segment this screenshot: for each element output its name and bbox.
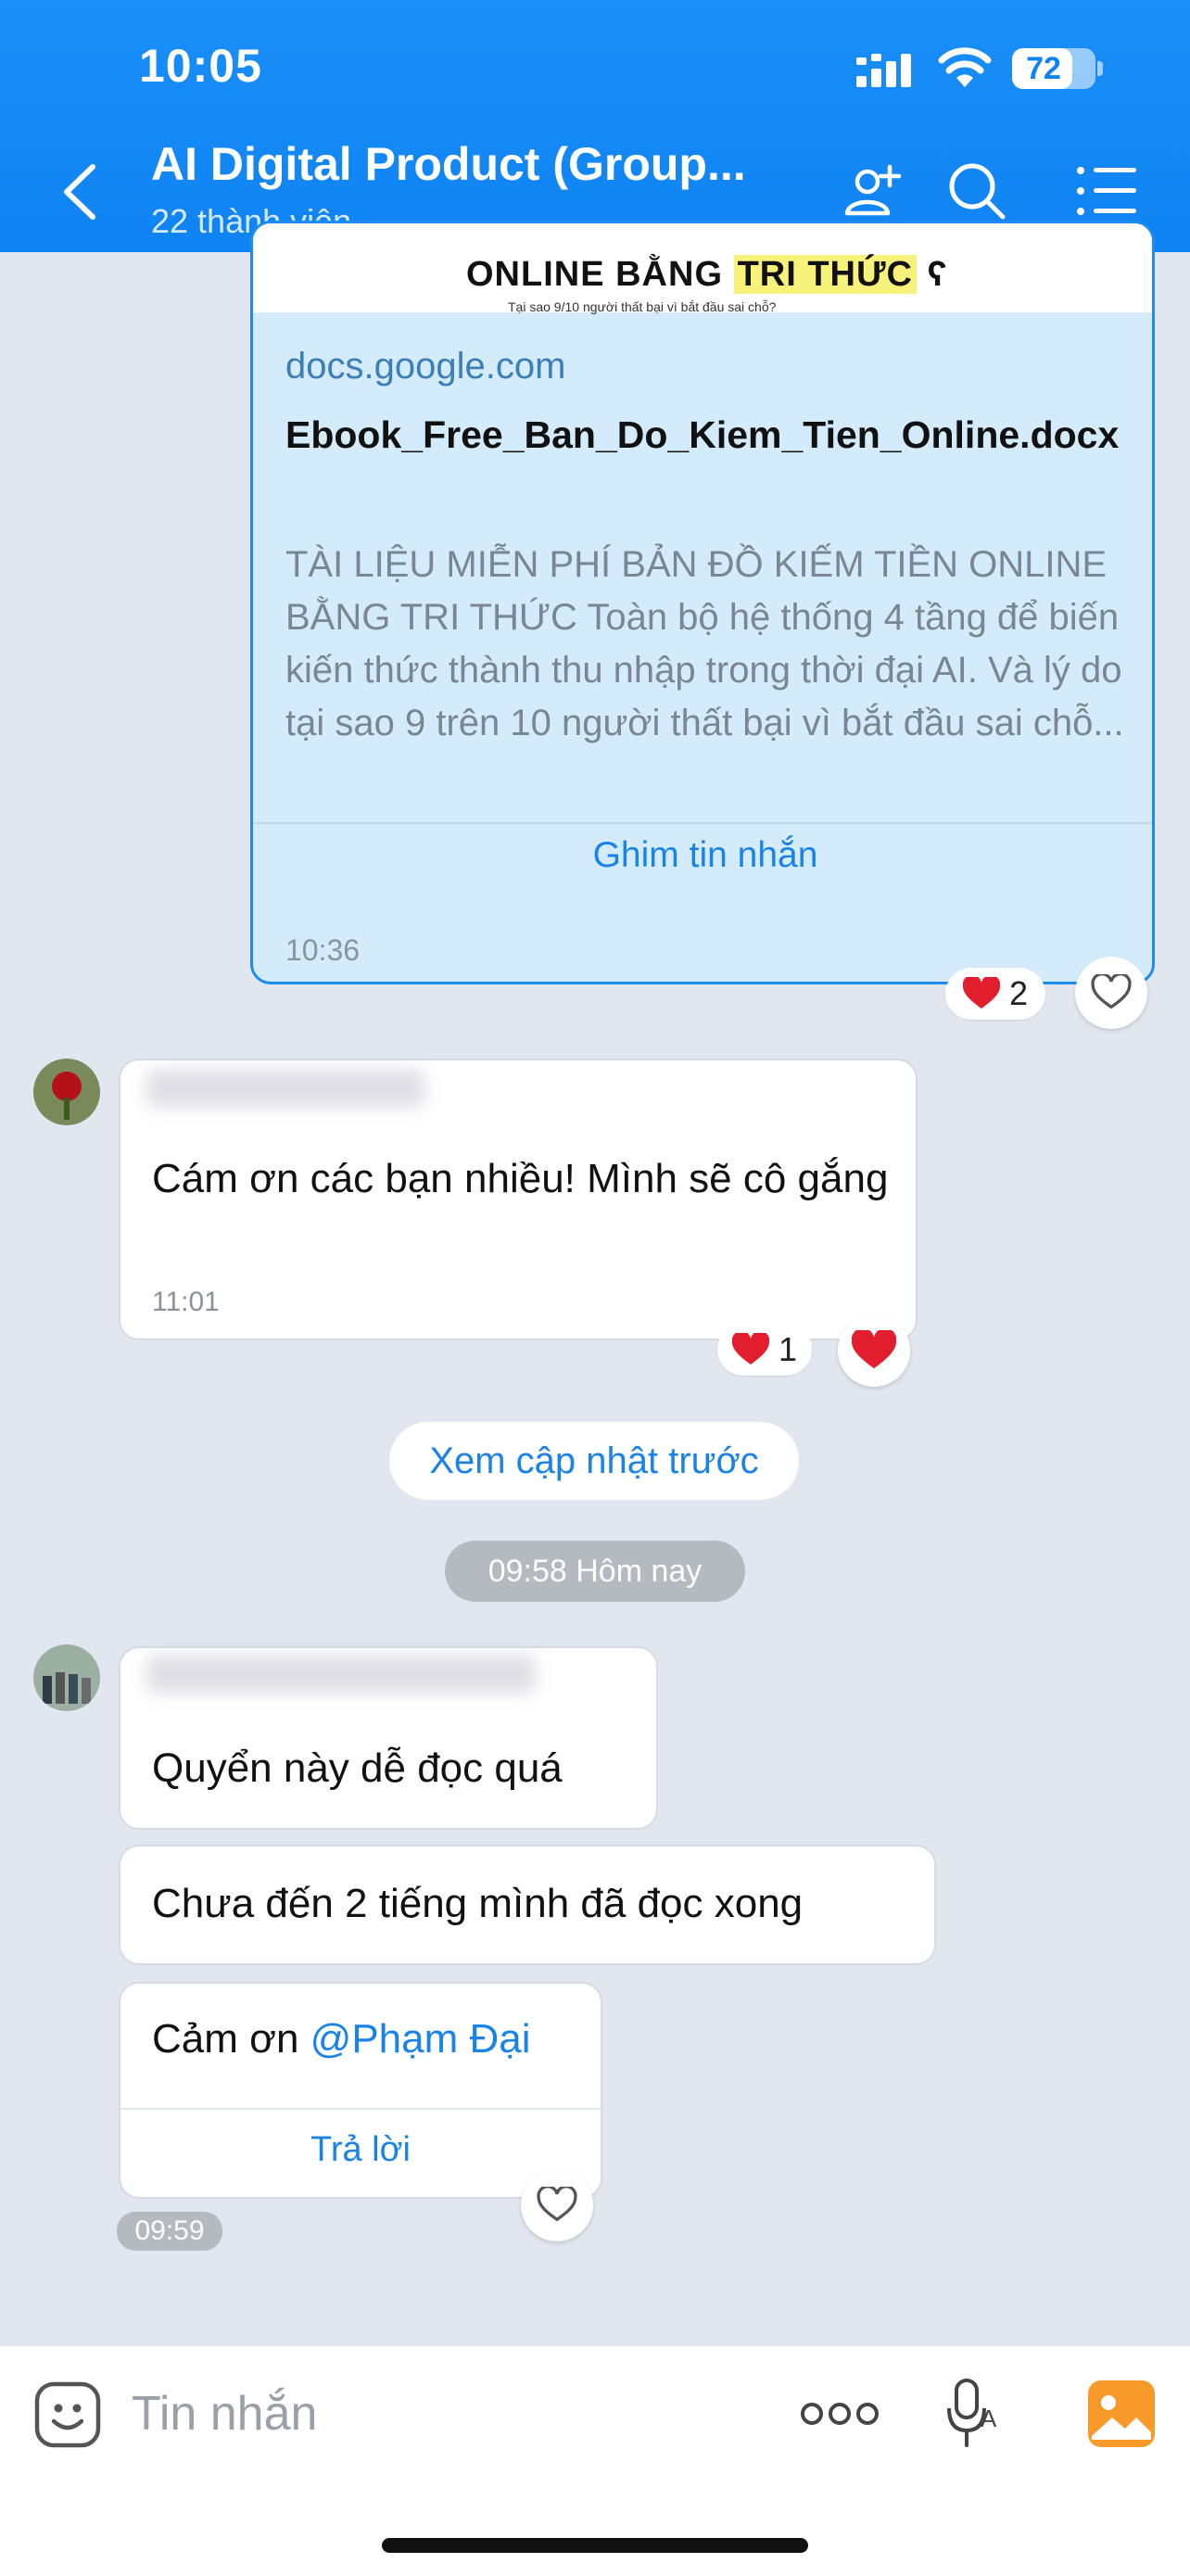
react-button[interactable]	[521, 2169, 593, 2241]
sender-name-redacted	[146, 1656, 536, 1693]
see-earlier-updates-button[interactable]: Xem cập nhật trước	[389, 1422, 799, 1500]
thumbnail-text: ONLINE BẰNG TRI THỨC ʕ	[466, 255, 948, 294]
heart-outline-icon	[1091, 974, 1132, 1009]
react-button[interactable]	[1075, 957, 1147, 1029]
message-text: Chưa đến 2 tiếng mình đã đọc xong	[152, 1881, 804, 1926]
reaction-summary[interactable]: 2	[945, 968, 1045, 1020]
message-time: 11:01	[152, 1287, 220, 1317]
search-icon[interactable]	[943, 158, 1010, 224]
mention-link[interactable]: @Phạm Đại	[310, 2016, 531, 2062]
add-member-icon[interactable]	[840, 158, 906, 224]
react-button[interactable]	[838, 1314, 910, 1387]
group-title[interactable]: AI Digital Product (Group...	[151, 137, 746, 191]
cellular-signal-icon	[856, 54, 911, 87]
status-time: 10:05	[139, 40, 262, 92]
link-preview-card[interactable]: ONLINE BẰNG TRI THỨC ʕ Tại sao 9/10 ngườ…	[250, 221, 1155, 984]
battery-indicator: 72	[1012, 48, 1103, 89]
more-options-icon[interactable]	[801, 2401, 879, 2427]
message-bubble[interactable]: Quyển này dễ đọc quá	[119, 1646, 658, 1830]
avatar[interactable]	[33, 1644, 100, 1711]
message-text: Cảm ơn @Phạm Đại	[152, 2016, 531, 2062]
battery-level: 72	[1026, 51, 1061, 86]
date-divider: 09:58 Hôm nay	[445, 1541, 745, 1602]
reaction-count: 2	[1008, 974, 1029, 1012]
message-time: 10:36	[285, 933, 361, 967]
link-title[interactable]: Ebook_Free_Ban_Do_Kiem_Tien_Online.docx	[285, 409, 1120, 461]
reaction-count: 1	[778, 1330, 798, 1368]
wifi-icon	[938, 47, 992, 87]
message-text: Quyển này dễ đọc quá	[152, 1745, 563, 1791]
sender-name-redacted	[146, 1070, 424, 1107]
avatar[interactable]	[33, 1059, 100, 1125]
divider	[253, 822, 1152, 824]
heart-filled-icon	[852, 1330, 896, 1369]
divider	[120, 2108, 601, 2110]
heart-outline-icon	[537, 2187, 577, 2222]
sticker-emoji-icon[interactable]	[33, 2380, 102, 2449]
message-time: 09:59	[117, 2212, 222, 2251]
back-icon[interactable]	[54, 159, 109, 224]
reaction-summary[interactable]: 1	[717, 1324, 812, 1376]
message-input[interactable]: Tin nhắn	[132, 2386, 317, 2442]
message-bubble[interactable]: Chưa đến 2 tiếng mình đã đọc xong	[119, 1845, 936, 1965]
message-text: Cám ơn các bạn nhiều! Mình sẽ cô gắng	[152, 1156, 889, 1201]
voice-mic-icon[interactable]: A	[947, 2377, 1005, 2451]
heart-icon	[731, 1333, 769, 1364]
pin-message-button[interactable]: Ghim tin nhắn	[253, 835, 1152, 876]
battery-nub	[1097, 61, 1103, 76]
link-domain: docs.google.com	[285, 346, 566, 387]
message-bubble[interactable]: Cám ơn các bạn nhiều! Mình sẽ cô gắng 11…	[119, 1059, 918, 1340]
link-description: TÀI LIỆU MIỄN PHÍ BẢN ĐỒ KIẾM TIỀN ONLIN…	[285, 544, 1124, 743]
menu-list-icon[interactable]	[1073, 158, 1140, 224]
link-thumbnail[interactable]: ONLINE BẰNG TRI THỨC ʕ Tại sao 9/10 ngườ…	[253, 223, 1152, 314]
heart-icon	[962, 977, 1000, 1009]
message-bubble[interactable]: Cảm ơn @Phạm Đại Trả lời	[119, 1982, 602, 2199]
reply-button[interactable]: Trả lời	[120, 2130, 601, 2170]
home-indicator	[382, 2538, 808, 2553]
svg-text:A: A	[981, 2405, 997, 2432]
image-gallery-icon[interactable]	[1086, 2379, 1157, 2449]
thumbnail-subtext: Tại sao 9/10 người thất bại vì bắt đầu s…	[508, 299, 777, 314]
chat-header: 10:05 72 AI Digital Product (Group... 22…	[0, 0, 1190, 252]
